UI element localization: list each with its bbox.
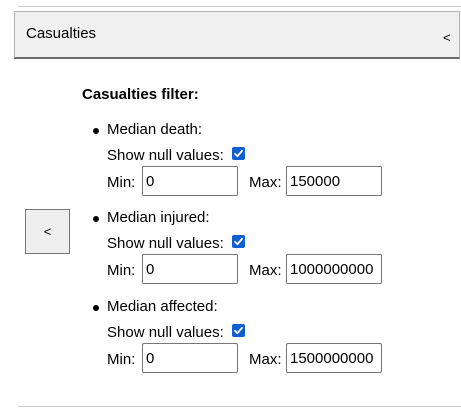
filter-group-label: Median death:: [107, 121, 203, 138]
max-input[interactable]: [286, 254, 382, 284]
bullet-icon: [93, 128, 99, 134]
filter-group-label: Median affected:: [107, 298, 218, 315]
show-null-label: Show null values:: [107, 235, 224, 252]
max-input[interactable]: [286, 343, 382, 373]
show-null-checkbox[interactable]: [232, 147, 245, 160]
chevron-left-icon[interactable]: <: [443, 31, 451, 45]
show-null-label: Show null values:: [107, 147, 224, 164]
filter-group-median-affected: Median affected: Show null values: Min: …: [90, 297, 460, 377]
max-label: Max:: [249, 351, 282, 368]
filter-group-median-death: Median death: Show null values: Min: Max…: [90, 120, 460, 200]
show-null-label: Show null values:: [107, 324, 224, 341]
bottom-divider: [18, 406, 461, 407]
show-null-checkbox[interactable]: [232, 235, 245, 248]
max-label: Max:: [249, 174, 282, 191]
filter-heading: Casualties filter:: [82, 86, 199, 103]
bullet-icon: [93, 216, 99, 222]
checkmark-icon: [234, 237, 243, 246]
min-input[interactable]: [142, 343, 238, 373]
min-input[interactable]: [142, 166, 238, 196]
min-input[interactable]: [142, 254, 238, 284]
min-label: Min:: [107, 262, 136, 279]
page: Casualties < < Casualties filter: Median…: [0, 0, 461, 409]
min-label: Min:: [107, 351, 136, 368]
show-null-checkbox[interactable]: [232, 324, 245, 337]
max-label: Max:: [249, 262, 282, 279]
collapse-panel-button[interactable]: <: [25, 209, 70, 254]
top-divider: [18, 6, 461, 7]
filter-group-label: Median injured:: [107, 209, 210, 226]
bullet-icon: [93, 305, 99, 311]
checkmark-icon: [234, 326, 243, 335]
section-title: Casualties: [26, 25, 97, 42]
min-label: Min:: [107, 174, 136, 191]
casualties-section-header[interactable]: Casualties <: [14, 11, 460, 59]
max-input[interactable]: [286, 166, 382, 196]
checkmark-icon: [234, 149, 243, 158]
filter-group-median-injured: Median injured: Show null values: Min: M…: [90, 208, 460, 288]
